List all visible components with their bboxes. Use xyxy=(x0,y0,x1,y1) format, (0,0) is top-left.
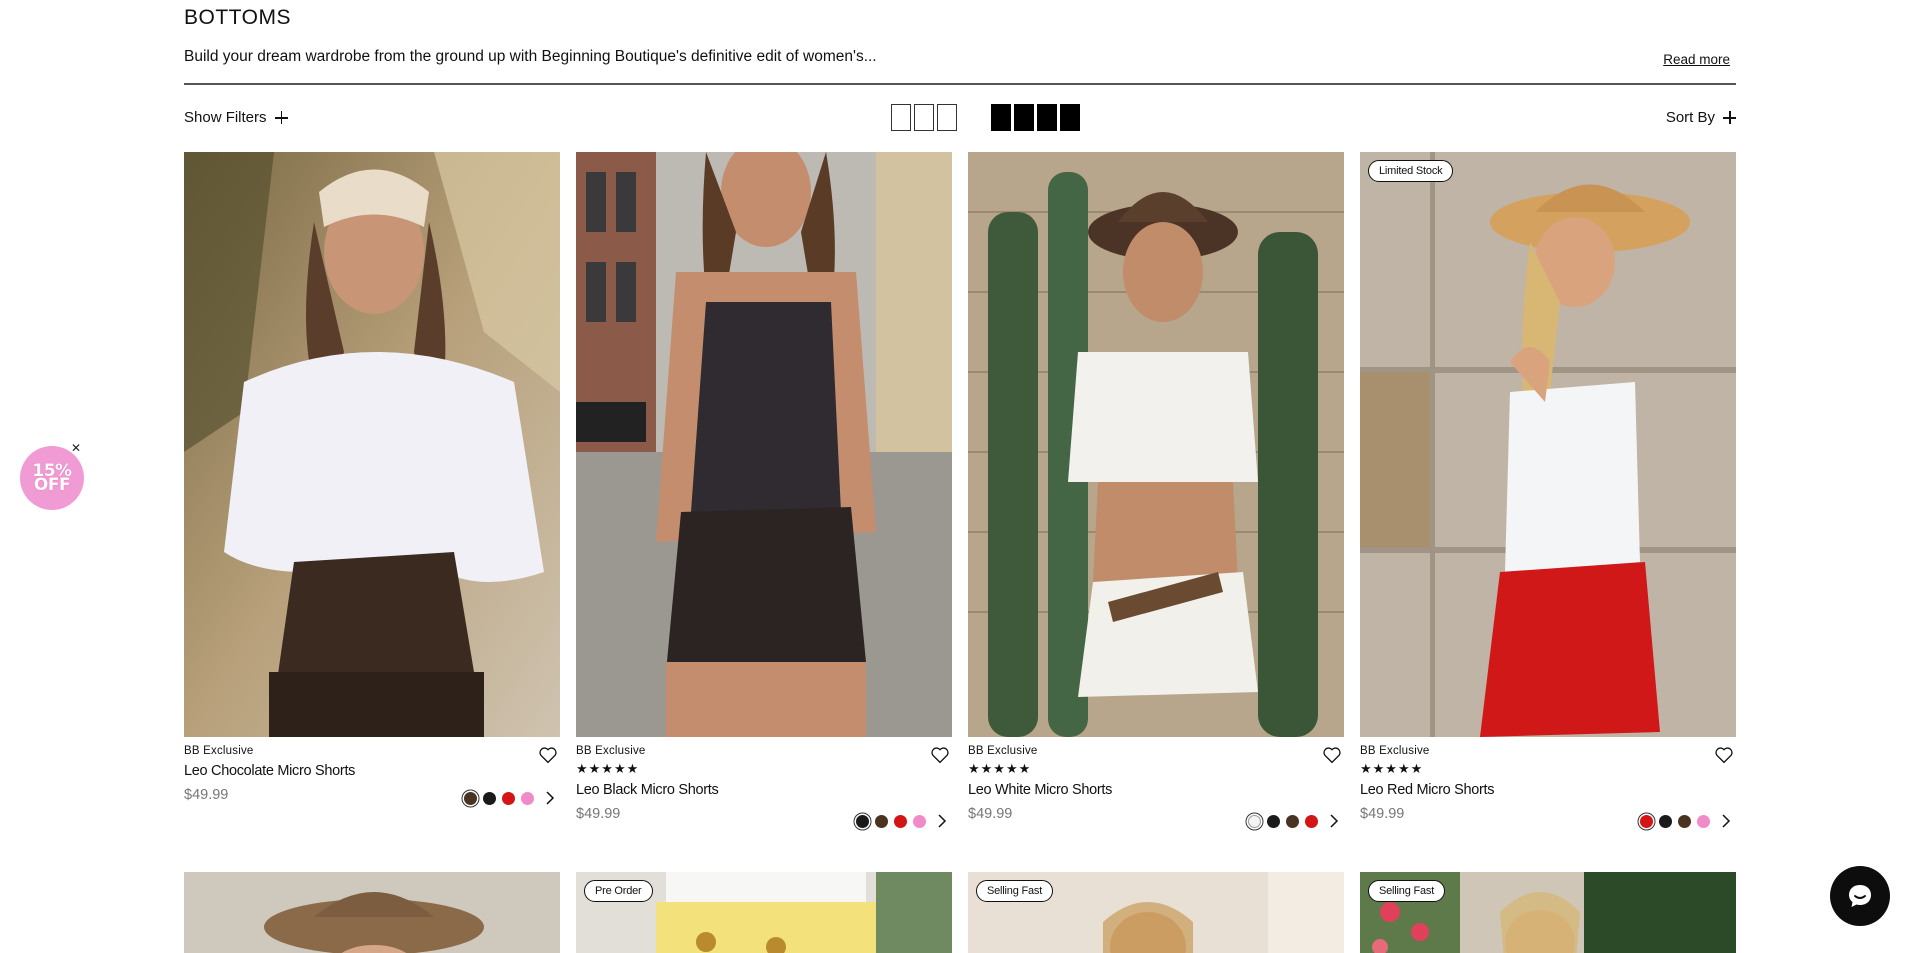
swatch-black[interactable] xyxy=(1267,814,1280,828)
grid-4-column-button[interactable] xyxy=(991,104,1080,131)
plus-icon xyxy=(1723,111,1736,124)
product-image[interactable]: Pre Order xyxy=(576,872,952,953)
color-swatches xyxy=(1640,814,1732,828)
swatch-chocolate[interactable] xyxy=(875,814,888,828)
color-swatches xyxy=(1248,814,1340,828)
show-filters-button[interactable]: Show Filters xyxy=(184,109,288,126)
chat-button[interactable] xyxy=(1830,866,1890,926)
rating-stars: ★★★★★ xyxy=(968,761,1032,776)
swatch-chocolate[interactable] xyxy=(1286,814,1299,828)
show-filters-label: Show Filters xyxy=(184,109,267,126)
grid-cell-icon xyxy=(1037,104,1057,131)
product-image[interactable]: Limited Stock xyxy=(1360,152,1736,737)
product-card: Limited Stock BB Exclusive ★★★★★ Leo Red… xyxy=(1360,152,1736,852)
swatch-red[interactable] xyxy=(894,814,907,828)
swatch-pink[interactable] xyxy=(913,814,926,828)
plus-icon xyxy=(274,111,288,124)
product-info: BB Exclusive ★★★★★ Leo Red Micro Shorts … xyxy=(1360,737,1736,852)
product-image[interactable] xyxy=(576,152,952,737)
rating-stars: ★★★★★ xyxy=(1360,761,1424,776)
swatch-pink[interactable] xyxy=(1697,814,1710,828)
status-badge: Selling Fast xyxy=(1368,880,1446,902)
swatch-black[interactable] xyxy=(1659,814,1672,828)
chevron-right-icon[interactable] xyxy=(936,814,948,828)
product-card: BB Exclusive ★★★★★ Leo White Micro Short… xyxy=(968,152,1344,852)
status-badge: Limited Stock xyxy=(1368,160,1454,182)
swatch-chocolate[interactable] xyxy=(1678,814,1691,828)
swatch-white[interactable] xyxy=(1248,814,1261,828)
grid-cell-icon xyxy=(1060,104,1080,131)
product-info: BB Exclusive Leo Chocolate Micro Shorts … xyxy=(184,737,560,852)
swatch-pink[interactable] xyxy=(521,791,534,805)
product-card: Pre Order xyxy=(576,872,952,953)
color-swatches xyxy=(464,791,556,805)
product-tag: BB Exclusive xyxy=(184,745,254,757)
chevron-right-icon[interactable] xyxy=(1328,814,1340,828)
page-title: BOTTOMS xyxy=(184,6,291,29)
product-image[interactable]: Selling Fast xyxy=(1360,872,1736,953)
product-tag: BB Exclusive xyxy=(1360,745,1430,757)
chevron-right-icon[interactable] xyxy=(544,791,556,805)
promo-off: OFF xyxy=(33,475,71,495)
collection-description: Build your dream wardrobe from the groun… xyxy=(184,48,877,65)
chevron-right-icon[interactable] xyxy=(1720,814,1732,828)
product-name[interactable]: Leo Red Micro Shorts xyxy=(1360,782,1736,798)
product-grid: BB Exclusive Leo Chocolate Micro Shorts … xyxy=(184,152,1736,953)
grid-cell-icon xyxy=(914,104,934,131)
divider xyxy=(184,83,1736,85)
color-swatches xyxy=(856,814,948,828)
product-tag: BB Exclusive xyxy=(968,745,1038,757)
sort-by-label: Sort By xyxy=(1665,109,1715,126)
close-icon[interactable]: ✕ xyxy=(69,441,83,455)
discount-promo-bubble[interactable]: 15% OFF xyxy=(20,446,84,510)
swatch-black[interactable] xyxy=(856,814,869,828)
product-card: Selling Fast xyxy=(968,872,1344,953)
wishlist-heart-icon[interactable] xyxy=(1322,746,1342,764)
toolbar: Show Filters Sort By xyxy=(184,104,1736,132)
read-more-link[interactable]: Read more xyxy=(1663,52,1730,67)
wishlist-heart-icon[interactable] xyxy=(1714,746,1734,764)
product-info: BB Exclusive ★★★★★ Leo Black Micro Short… xyxy=(576,737,952,852)
product-card xyxy=(184,872,560,953)
grid-layout-toggle xyxy=(891,104,1080,131)
product-image[interactable] xyxy=(968,152,1344,737)
grid-cell-icon xyxy=(991,104,1011,131)
product-photo xyxy=(184,152,560,737)
product-info: BB Exclusive ★★★★★ Leo White Micro Short… xyxy=(968,737,1344,852)
chat-bubble-icon xyxy=(1849,885,1871,907)
product-image[interactable] xyxy=(184,872,560,953)
grid-cell-icon xyxy=(1014,104,1034,131)
swatch-black[interactable] xyxy=(483,791,496,805)
status-badge: Pre Order xyxy=(584,880,653,902)
grid-cell-icon xyxy=(891,104,911,131)
product-image[interactable]: Selling Fast xyxy=(968,872,1344,953)
wishlist-heart-icon[interactable] xyxy=(930,746,950,764)
swatch-red[interactable] xyxy=(502,791,515,805)
product-tag: BB Exclusive xyxy=(576,745,646,757)
rating-stars: ★★★★★ xyxy=(576,761,640,776)
product-image[interactable] xyxy=(184,152,560,737)
sort-by-button[interactable]: Sort By xyxy=(1666,109,1736,126)
status-badge: Selling Fast xyxy=(976,880,1054,902)
product-photo xyxy=(576,152,952,737)
product-card: Selling Fast xyxy=(1360,872,1736,953)
product-photo xyxy=(184,872,560,953)
product-name[interactable]: Leo Chocolate Micro Shorts xyxy=(184,763,560,779)
swatch-red[interactable] xyxy=(1305,814,1318,828)
swatch-red[interactable] xyxy=(1640,814,1653,828)
product-photo xyxy=(968,152,1344,737)
grid-3-column-button[interactable] xyxy=(891,104,957,131)
product-card: BB Exclusive ★★★★★ Leo Black Micro Short… xyxy=(576,152,952,852)
product-name[interactable]: Leo Black Micro Shorts xyxy=(576,782,952,798)
swatch-chocolate[interactable] xyxy=(464,791,477,805)
product-card: BB Exclusive Leo Chocolate Micro Shorts … xyxy=(184,152,560,852)
wishlist-heart-icon[interactable] xyxy=(538,746,558,764)
product-photo xyxy=(1360,152,1736,737)
grid-cell-icon xyxy=(937,104,957,131)
product-name[interactable]: Leo White Micro Shorts xyxy=(968,782,1344,798)
